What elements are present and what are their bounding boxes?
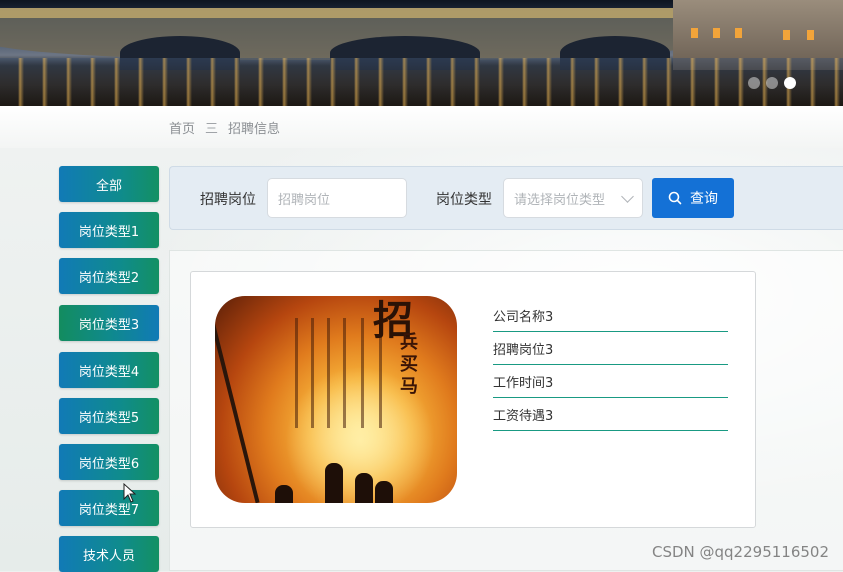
- carousel-dot-active[interactable]: [784, 77, 796, 89]
- sidebar-item-type4[interactable]: 岗位类型4: [59, 352, 159, 388]
- poster-text-column: [295, 318, 298, 428]
- sidebar-item-type2[interactable]: 岗位类型2: [59, 258, 159, 294]
- sidebar-item-type7[interactable]: 岗位类型7: [59, 490, 159, 526]
- sidebar-item-type3[interactable]: 岗位类型3: [59, 305, 159, 341]
- job-position: 招聘岗位3: [493, 332, 728, 365]
- poster-rider: [325, 463, 343, 503]
- query-button-label: 查询: [690, 191, 718, 207]
- type-select-placeholder: 请选择岗位类型: [514, 192, 606, 208]
- type-label: 岗位类型: [436, 192, 492, 208]
- sidebar-item-type5[interactable]: 岗位类型5: [59, 398, 159, 434]
- company-name: 公司名称3: [493, 299, 728, 332]
- search-icon: [668, 191, 682, 205]
- sidebar-item-all[interactable]: 全部: [59, 166, 159, 202]
- poster-rider: [275, 485, 293, 503]
- breadcrumb: 首页 三 招聘信息: [169, 118, 280, 137]
- work-time: 工作时间3: [493, 365, 728, 398]
- type-select[interactable]: 请选择岗位类型: [503, 178, 643, 218]
- watermark: CSDN @qq2295116502: [651, 543, 829, 561]
- banner-window: [783, 30, 790, 40]
- carousel-dots: [748, 77, 796, 89]
- poster-spear: [215, 296, 260, 503]
- banner-window: [713, 28, 720, 38]
- banner-carousel[interactable]: [0, 0, 843, 106]
- chevron-down-icon: [621, 190, 634, 203]
- sidebar-item-type1[interactable]: 岗位类型1: [59, 212, 159, 248]
- poster-subtitle: 兵买马: [400, 332, 418, 397]
- poster-text-column: [311, 318, 314, 428]
- position-label: 招聘岗位: [200, 192, 256, 208]
- banner-window: [735, 28, 742, 38]
- salary: 工资待遇3: [493, 398, 728, 431]
- sidebar-item-tech[interactable]: 技术人员: [59, 536, 159, 572]
- banner-water-reflection: [0, 58, 843, 106]
- query-button[interactable]: 查询: [652, 178, 734, 218]
- banner-window: [807, 30, 814, 40]
- breadcrumb-home[interactable]: 首页: [169, 118, 195, 137]
- position-input[interactable]: 招聘岗位: [267, 178, 407, 218]
- mouse-cursor-icon: [123, 483, 137, 503]
- breadcrumb-separator: 三: [205, 122, 219, 137]
- search-filter-bar: 招聘岗位 招聘岗位 岗位类型 请选择岗位类型 查询: [169, 166, 843, 230]
- poster-rider: [355, 473, 373, 503]
- breadcrumb-current: 招聘信息: [228, 122, 281, 137]
- poster-text-column: [343, 318, 346, 428]
- poster-text-column: [327, 318, 330, 428]
- poster-text-column: [361, 318, 364, 428]
- job-poster-image[interactable]: 招 兵买马: [215, 296, 457, 503]
- breadcrumb-bar: 首页 三 招聘信息: [0, 106, 843, 149]
- carousel-dot[interactable]: [748, 77, 760, 89]
- carousel-dot[interactable]: [766, 77, 778, 89]
- poster-rider: [375, 481, 393, 503]
- banner-window: [691, 28, 698, 38]
- sidebar-item-type6[interactable]: 岗位类型6: [59, 444, 159, 480]
